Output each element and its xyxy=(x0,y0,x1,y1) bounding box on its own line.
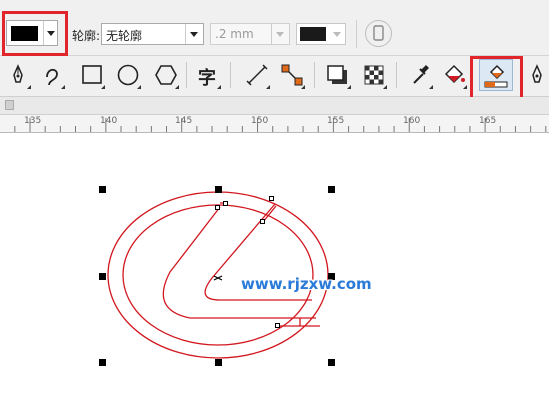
document-icon xyxy=(373,25,384,41)
outline-width-value: .2 mm xyxy=(215,27,254,41)
chevron-down-icon xyxy=(333,32,341,37)
text-tool-icon: 字 xyxy=(198,68,216,89)
ruler-label: 140 xyxy=(100,116,118,126)
fill-color-picker[interactable] xyxy=(6,20,58,46)
curve-node[interactable] xyxy=(275,323,280,328)
outline-style-value: 无轮廓 xyxy=(106,29,143,43)
curve-node[interactable] xyxy=(223,201,228,206)
ruler-label: 145 xyxy=(175,116,193,126)
fill-color-swatch xyxy=(11,26,38,41)
ruler-label: 155 xyxy=(327,116,345,126)
ruler-label: 135 xyxy=(24,116,42,126)
tool-eyedropper[interactable] xyxy=(406,60,434,90)
tool-curve[interactable] xyxy=(38,60,66,90)
chevron-down-icon xyxy=(276,32,284,37)
chevron-down-icon xyxy=(190,32,198,37)
ruler-label: 165 xyxy=(479,116,497,126)
curve-node[interactable] xyxy=(215,205,220,210)
tool-pick[interactable] xyxy=(4,60,32,90)
tool-shadow[interactable] xyxy=(324,60,352,90)
outline-label: 轮廓: xyxy=(72,29,101,43)
tool-transparency[interactable] xyxy=(360,60,388,90)
outline-color-swatch xyxy=(300,27,326,41)
ruler-label: 160 xyxy=(403,116,421,126)
tool-polygon[interactable] xyxy=(152,60,180,90)
outline-width-select[interactable]: .2 mm xyxy=(210,23,290,45)
watermark-text: www.rjzxw.com xyxy=(241,275,372,293)
curve-node[interactable] xyxy=(269,196,274,201)
pen-nib-icon xyxy=(532,64,542,83)
selection-handle[interactable] xyxy=(328,359,335,366)
tool-text[interactable]: 字 xyxy=(194,60,222,90)
curve-node[interactable] xyxy=(260,219,265,224)
selection-handle[interactable] xyxy=(99,359,106,366)
tool-interactive-fill[interactable] xyxy=(440,60,468,90)
tool-rectangle[interactable] xyxy=(78,60,106,90)
lock-ratio-button[interactable] xyxy=(365,20,392,47)
outline-style-select[interactable]: 无轮廓 xyxy=(101,23,204,45)
horizontal-ruler xyxy=(0,115,549,133)
chevron-down-icon xyxy=(47,31,55,36)
document-tab-bar xyxy=(0,97,549,115)
tool-ellipse[interactable] xyxy=(114,60,142,90)
selection-handle[interactable] xyxy=(99,186,106,193)
smart-fill-icon xyxy=(484,64,508,88)
ruler-ticks xyxy=(14,118,547,132)
selection-handle[interactable] xyxy=(215,186,222,193)
tool-outline[interactable] xyxy=(525,60,549,90)
tool-smart-fill[interactable] xyxy=(479,59,513,91)
selection-handle[interactable] xyxy=(215,359,222,366)
tool-dimension[interactable] xyxy=(243,60,271,90)
page-icon xyxy=(5,100,14,110)
selection-handle[interactable] xyxy=(99,273,106,280)
selection-handle[interactable] xyxy=(328,186,335,193)
ruler-label: 150 xyxy=(251,116,269,126)
outline-color-picker[interactable] xyxy=(296,23,346,45)
tool-connector[interactable] xyxy=(278,60,306,90)
